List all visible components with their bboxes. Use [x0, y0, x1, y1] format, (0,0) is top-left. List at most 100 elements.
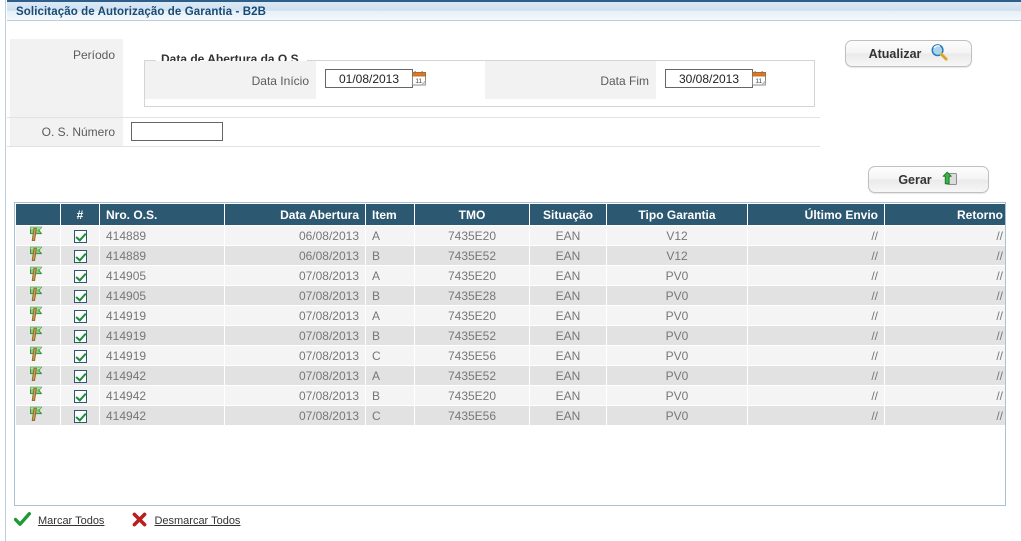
- row-checkbox[interactable]: [73, 349, 87, 363]
- os-numero-input[interactable]: [131, 122, 223, 141]
- green-flag-icon[interactable]: [29, 406, 47, 425]
- green-flag-icon[interactable]: [29, 246, 47, 265]
- svg-text:11: 11: [415, 78, 422, 85]
- atualizar-button[interactable]: Atualizar: [845, 40, 972, 67]
- grid-header-situacao[interactable]: Situação: [530, 204, 606, 225]
- page-title: Solicitação de Autorização de Garantia -…: [16, 6, 267, 18]
- row-checkbox[interactable]: [73, 289, 87, 303]
- row-checkbox-cell[interactable]: [61, 366, 99, 385]
- grid-header-nro_os[interactable]: Nro. O.S.: [100, 204, 224, 225]
- table-row[interactable]: 414905 07/08/2013 B 7435E28 EAN PV0////: [16, 286, 1005, 305]
- desmarcar-todos-link[interactable]: Desmarcar Todos: [154, 515, 240, 527]
- row-flag-cell[interactable]: [16, 406, 60, 425]
- cell-ultimo: //: [748, 406, 884, 425]
- row-flag-cell[interactable]: [16, 306, 60, 325]
- green-flag-icon[interactable]: [29, 266, 47, 285]
- row-checkbox-cell[interactable]: [61, 406, 99, 425]
- grid-header-flag[interactable]: [16, 204, 60, 225]
- table-row[interactable]: 414889 06/08/2013 B 7435E52 EAN V12////: [16, 246, 1005, 265]
- green-flag-icon[interactable]: [29, 326, 47, 345]
- cell-situacao: EAN: [530, 266, 606, 285]
- grid-header-retorno[interactable]: Retorno: [885, 204, 1005, 225]
- grid-footer-actions: Marcar Todos Desmarcar Todos: [13, 512, 240, 530]
- row-flag-cell[interactable]: [16, 386, 60, 405]
- cell-retorno: //: [885, 226, 1005, 245]
- data-fim-label: Data Fim: [600, 74, 649, 88]
- green-flag-icon[interactable]: [29, 306, 47, 325]
- calendar-icon-fim[interactable]: 11: [752, 71, 767, 86]
- green-flag-icon[interactable]: [29, 386, 47, 405]
- row-checkbox[interactable]: [73, 409, 87, 423]
- cell-data: 07/08/2013: [225, 406, 365, 425]
- green-flag-icon[interactable]: [29, 366, 47, 385]
- row-checkbox-cell[interactable]: [61, 266, 99, 285]
- grid-header-check[interactable]: #: [61, 204, 99, 225]
- cell-tmo: 7435E20: [415, 266, 529, 285]
- cell-ultimo: //: [748, 226, 884, 245]
- cell-tipo: PV0: [607, 266, 747, 285]
- cell-nro_os: 414919: [100, 306, 224, 325]
- row-checkbox-cell[interactable]: [61, 246, 99, 265]
- grid-header-tipo[interactable]: Tipo Garantia: [607, 204, 747, 225]
- cell-situacao: EAN: [530, 246, 606, 265]
- row-checkbox[interactable]: [73, 329, 87, 343]
- cell-situacao: EAN: [530, 366, 606, 385]
- row-checkbox[interactable]: [73, 269, 87, 283]
- os-numero-label: O. S. Número: [41, 125, 115, 139]
- row-checkbox[interactable]: [73, 369, 87, 383]
- cell-ultimo: //: [748, 366, 884, 385]
- cell-ultimo: //: [748, 246, 884, 265]
- cell-nro_os: 414942: [100, 386, 224, 405]
- table-row[interactable]: 414919 07/08/2013 C 7435E56 EAN PV0////: [16, 346, 1005, 365]
- cell-nro_os: 414889: [100, 246, 224, 265]
- green-flag-icon[interactable]: [29, 286, 47, 305]
- row-flag-cell[interactable]: [16, 366, 60, 385]
- row-checkbox-cell[interactable]: [61, 386, 99, 405]
- grid-header-tmo[interactable]: TMO: [415, 204, 529, 225]
- table-row[interactable]: 414889 06/08/2013 A 7435E20 EAN V12////: [16, 226, 1005, 245]
- marcar-todos-link[interactable]: Marcar Todos: [38, 515, 104, 527]
- row-flag-cell[interactable]: [16, 326, 60, 345]
- cell-situacao: EAN: [530, 226, 606, 245]
- application-window: Solicitação de Autorização de Garantia -…: [0, 0, 1021, 541]
- row-checkbox-cell[interactable]: [61, 306, 99, 325]
- row-checkbox[interactable]: [73, 389, 87, 403]
- cell-ultimo: //: [748, 326, 884, 345]
- table-row[interactable]: 414942 07/08/2013 B 7435E20 EAN PV0////: [16, 386, 1005, 405]
- row-checkbox[interactable]: [73, 309, 87, 323]
- calendar-icon-inicio[interactable]: 11: [412, 71, 427, 86]
- row-checkbox[interactable]: [73, 229, 87, 243]
- row-flag-cell[interactable]: [16, 246, 60, 265]
- row-flag-cell[interactable]: [16, 266, 60, 285]
- table-row[interactable]: 414919 07/08/2013 A 7435E20 EAN PV0////: [16, 306, 1005, 325]
- cell-item: C: [366, 406, 414, 425]
- row-flag-cell[interactable]: [16, 226, 60, 245]
- row-checkbox-cell[interactable]: [61, 226, 99, 245]
- gerar-button[interactable]: Gerar: [868, 166, 989, 193]
- cell-data: 07/08/2013: [225, 286, 365, 305]
- row-checkbox-cell[interactable]: [61, 286, 99, 305]
- row-flag-cell[interactable]: [16, 346, 60, 365]
- row-checkbox-cell[interactable]: [61, 326, 99, 345]
- os-numero-label-cell: O. S. Número: [10, 118, 124, 146]
- cell-tipo: PV0: [607, 406, 747, 425]
- cell-retorno: //: [885, 286, 1005, 305]
- table-row[interactable]: 414905 07/08/2013 A 7435E20 EAN PV0////: [16, 266, 1005, 285]
- table-row[interactable]: 414942 07/08/2013 A 7435E52 EAN PV0////: [16, 366, 1005, 385]
- grid-header-item[interactable]: Item: [366, 204, 414, 225]
- row-flag-cell[interactable]: [16, 286, 60, 305]
- cell-data: 07/08/2013: [225, 386, 365, 405]
- row-checkbox[interactable]: [73, 249, 87, 263]
- row-checkbox-cell[interactable]: [61, 346, 99, 365]
- cell-tipo: PV0: [607, 306, 747, 325]
- cell-tipo: PV0: [607, 326, 747, 345]
- data-fim-input[interactable]: [665, 69, 753, 88]
- table-row[interactable]: 414942 07/08/2013 C 7435E56 EAN PV0////: [16, 406, 1005, 425]
- window-title-bar: Solicitação de Autorização de Garantia -…: [7, 0, 1021, 21]
- data-inicio-input[interactable]: [325, 69, 413, 88]
- green-flag-icon[interactable]: [29, 226, 47, 245]
- table-row[interactable]: 414919 07/08/2013 B 7435E52 EAN PV0////: [16, 326, 1005, 345]
- grid-header-data[interactable]: Data Abertura: [225, 204, 365, 225]
- grid-header-ultimo[interactable]: Último Envio: [748, 204, 884, 225]
- green-flag-icon[interactable]: [29, 346, 47, 365]
